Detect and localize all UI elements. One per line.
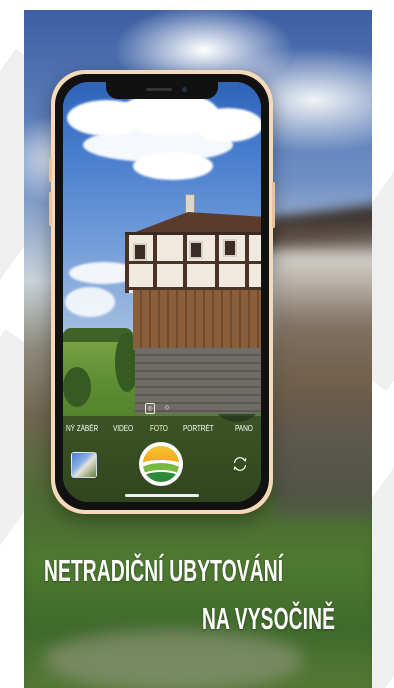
power-button <box>272 182 275 228</box>
gallery-thumbnail[interactable] <box>71 452 97 478</box>
phone-notch <box>106 82 218 99</box>
right-margin-decoration <box>372 0 394 688</box>
house-timbered-floor <box>125 232 261 293</box>
cloud <box>133 152 213 180</box>
house-window <box>223 239 237 257</box>
camera-mode-selector: NÝ ZÁBĚR VIDEO FOTO PORTRÉT PANO <box>63 424 261 436</box>
house-window <box>133 243 147 261</box>
mode-new-shot[interactable]: NÝ ZÁBĚR <box>66 424 98 433</box>
bush <box>63 367 91 407</box>
rotate-camera-icon[interactable] <box>231 455 249 473</box>
blurred-path <box>44 630 304 688</box>
shutter-logo-icon <box>143 446 179 482</box>
mode-photo[interactable]: FOTO <box>150 424 168 433</box>
speaker-grille <box>146 88 172 91</box>
live-photo-icon[interactable]: ◎ <box>145 403 155 414</box>
phone-screen: ◎ ◇ NÝ ZÁBĚR VIDEO FOTO PORTRÉT PANO <box>63 82 261 502</box>
blurred-house <box>274 220 372 520</box>
filters-icon[interactable]: ◇ <box>163 403 171 412</box>
headline-line-2: NA VYSOČINĚ <box>202 601 336 636</box>
camera-quick-settings: ◎ ◇ <box>145 403 171 414</box>
mode-portrait[interactable]: PORTRÉT <box>183 424 214 433</box>
cloud <box>65 287 115 317</box>
mode-video[interactable]: VIDEO <box>113 424 133 433</box>
shutter-button[interactable] <box>139 442 183 486</box>
side-button <box>49 158 52 182</box>
home-indicator[interactable] <box>125 494 199 497</box>
house-wooden-floor <box>133 290 261 350</box>
phone-mockup: ◎ ◇ NÝ ZÁBĚR VIDEO FOTO PORTRÉT PANO <box>49 70 275 514</box>
front-camera <box>182 87 187 92</box>
mode-pano[interactable]: PANO <box>235 424 253 433</box>
headline-line-1: NETRADIČNÍ UBYTOVÁNÍ <box>44 553 284 588</box>
volume-up-button <box>49 192 52 226</box>
house-window <box>189 241 203 259</box>
left-margin-decoration <box>0 0 24 688</box>
